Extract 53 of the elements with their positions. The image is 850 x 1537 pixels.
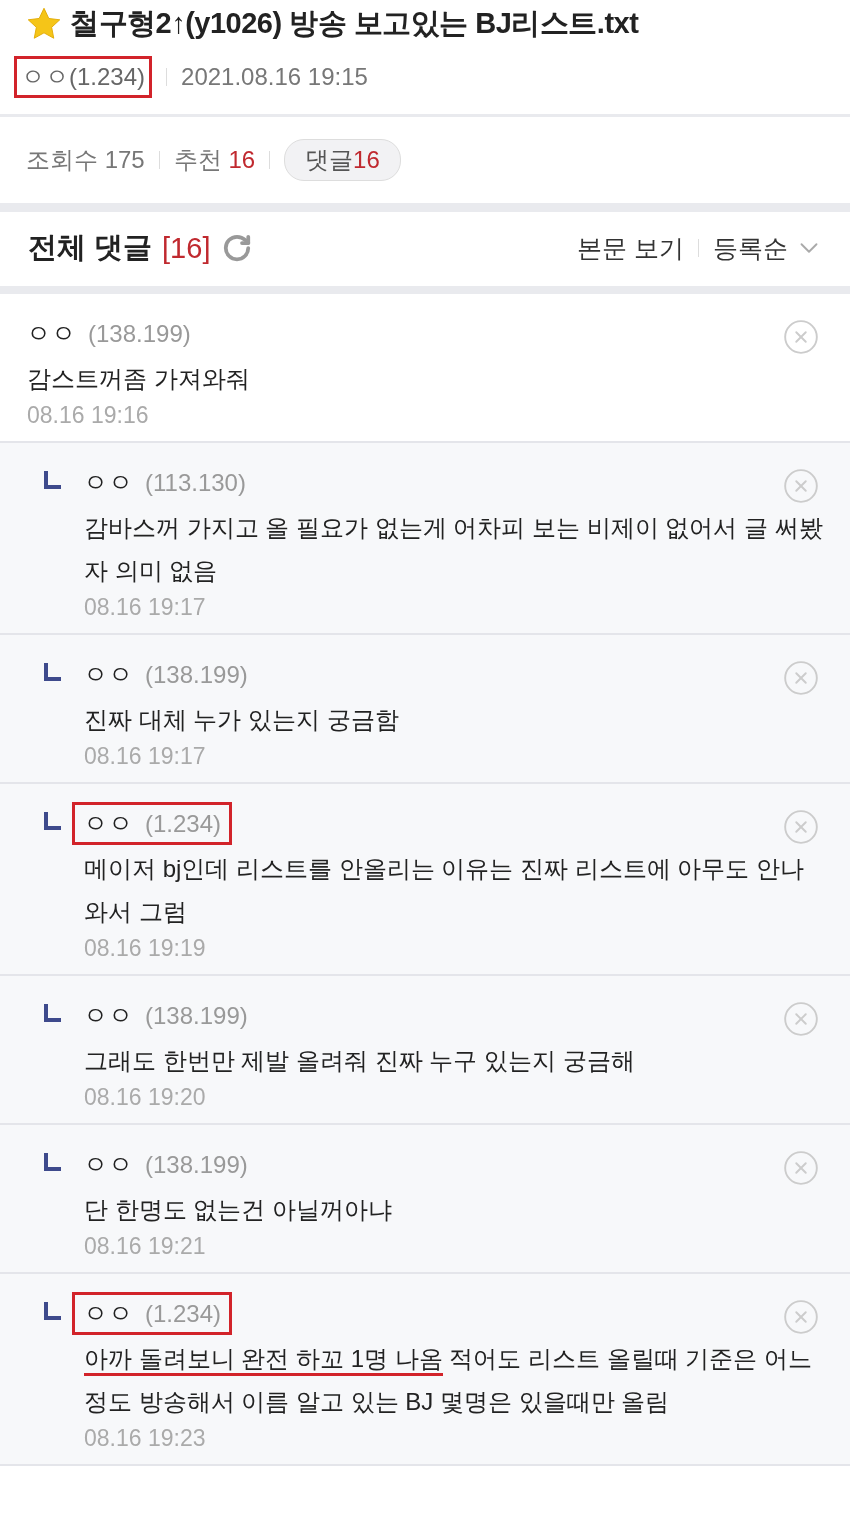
delete-icon[interactable] xyxy=(782,1298,820,1336)
nickname[interactable]: ㅇㅇ xyxy=(83,466,133,499)
delete-icon[interactable] xyxy=(782,659,820,697)
post-date: 2021.08.16 19:15 xyxy=(181,63,368,91)
nickname[interactable]: ㅇㅇ xyxy=(83,1297,133,1330)
nickname[interactable]: ㅇㅇ xyxy=(83,807,133,840)
comment-text: 진짜 대체 누가 있는지 궁금함 xyxy=(84,705,400,735)
sort-dropdown[interactable]: 등록순 xyxy=(713,231,824,265)
nickname[interactable]: ㅇㅇ xyxy=(26,317,76,350)
ip-address: (1.234) xyxy=(145,809,222,838)
comment-text: 그래도 한번만 제발 올려줘 진짜 누구 있는지 궁금해 xyxy=(84,1046,636,1076)
delete-icon[interactable] xyxy=(782,1149,820,1187)
comment-text: 감바스꺼 가지고 올 필요가 없는게 어차피 보는 비제이 없어서 글 써봤자 의미 없음 xyxy=(84,513,824,586)
delete-icon[interactable] xyxy=(782,1000,820,1038)
view-body-link[interactable]: 본문 보기 xyxy=(577,231,684,265)
ip-address: (138.199) xyxy=(145,1001,248,1030)
post-title: 철구형2↑(y1026) 방송 보고있는 BJ리스트.txt xyxy=(70,6,639,41)
ip-address: (113.130) xyxy=(145,468,246,497)
ip-address: (138.199) xyxy=(88,319,191,348)
comment-date: 08.16 19:21 xyxy=(84,1233,207,1260)
comment-date: 08.16 19:23 xyxy=(84,1425,207,1452)
reply-corner-icon xyxy=(44,812,62,830)
delete-icon[interactable] xyxy=(782,808,820,846)
comments-total: [16] xyxy=(162,231,211,265)
comment-date: 08.16 19:19 xyxy=(84,935,207,962)
delete-icon[interactable] xyxy=(782,318,820,356)
star-icon xyxy=(26,6,62,42)
comment-text: 감스트꺼좀 가져와줘 xyxy=(27,364,251,394)
comment-date: 08.16 19:20 xyxy=(84,1084,207,1111)
reply-corner-icon xyxy=(44,663,62,681)
nickname[interactable]: ㅇㅇ xyxy=(83,658,133,691)
comment-date: 08.16 19:17 xyxy=(84,594,207,621)
reply-corner-icon xyxy=(44,1302,62,1320)
comment-date: 08.16 19:17 xyxy=(84,743,207,770)
ip-address: (1.234) xyxy=(145,1299,222,1328)
nickname[interactable]: ㅇㅇ xyxy=(83,1148,133,1181)
comment-count-pill[interactable]: 댓글16 xyxy=(284,139,401,181)
comment-text: 아까 돌려보니 완전 하꼬 1명 나옴 적어도 리스트 올릴때 기준은 어느정도 방송해서 이름 알고 있는 BJ 몇명은 있을때만 올림 xyxy=(84,1344,814,1417)
view-count: 조회수 175 xyxy=(26,145,145,175)
post-author[interactable]: ㅇㅇ(1.234) xyxy=(14,56,153,98)
comment-date: 08.16 19:16 xyxy=(27,402,150,429)
comments-heading: 전체 댓글 xyxy=(28,230,153,265)
reply-corner-icon xyxy=(44,471,62,489)
nickname[interactable]: ㅇㅇ xyxy=(83,999,133,1032)
ip-address: (138.199) xyxy=(145,660,248,689)
reply-corner-icon xyxy=(44,1004,62,1022)
delete-icon[interactable] xyxy=(782,467,820,505)
recommend-count: 추천 16 xyxy=(173,145,256,175)
reply-corner-icon xyxy=(44,1153,62,1171)
comment-text: 단 한명도 없는건 아닐꺼아냐 xyxy=(84,1195,393,1225)
refresh-icon[interactable] xyxy=(222,233,253,263)
ip-address: (138.199) xyxy=(145,1150,248,1179)
comment-text: 메이저 bj인데 리스트를 안올리는 이유는 진짜 리스트에 아무도 안나와서 그럼 xyxy=(84,854,806,927)
